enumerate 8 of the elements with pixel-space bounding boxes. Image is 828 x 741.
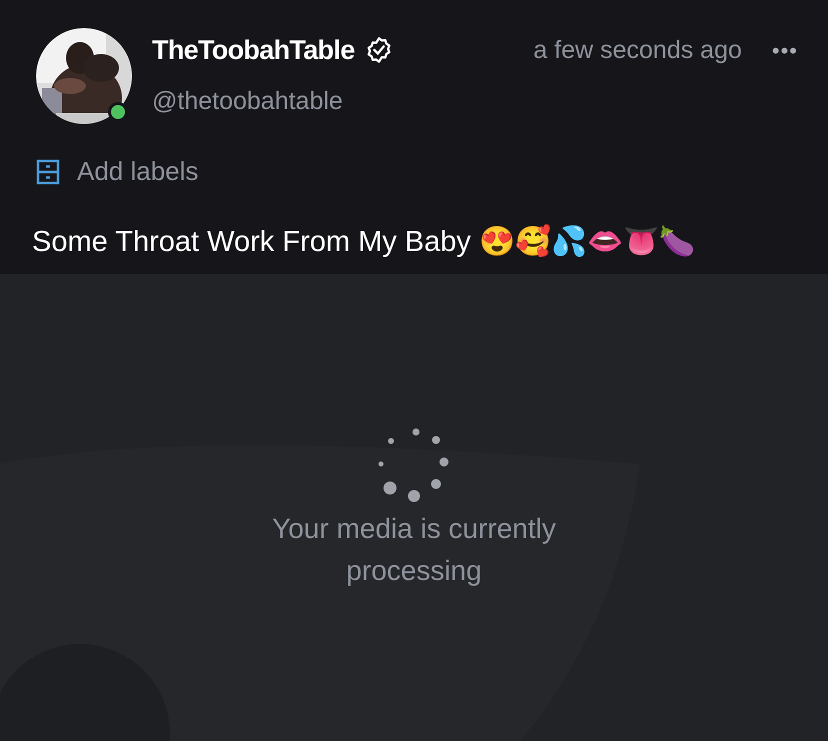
processing-message: Your media is currently processing (271, 512, 557, 588)
author-name[interactable]: TheToobahTable (152, 30, 355, 70)
drawer-icon (36, 158, 60, 184)
post-caption: Some Throat Work From My Baby 😍🥰💦👄👅🍆 (31, 223, 696, 260)
add-labels-link[interactable]: Add labels (77, 152, 198, 191)
more-options-button[interactable]: ••• (772, 34, 798, 67)
author-handle[interactable]: @thetoobahtable (152, 82, 798, 120)
timestamp: a few seconds ago (533, 34, 742, 66)
